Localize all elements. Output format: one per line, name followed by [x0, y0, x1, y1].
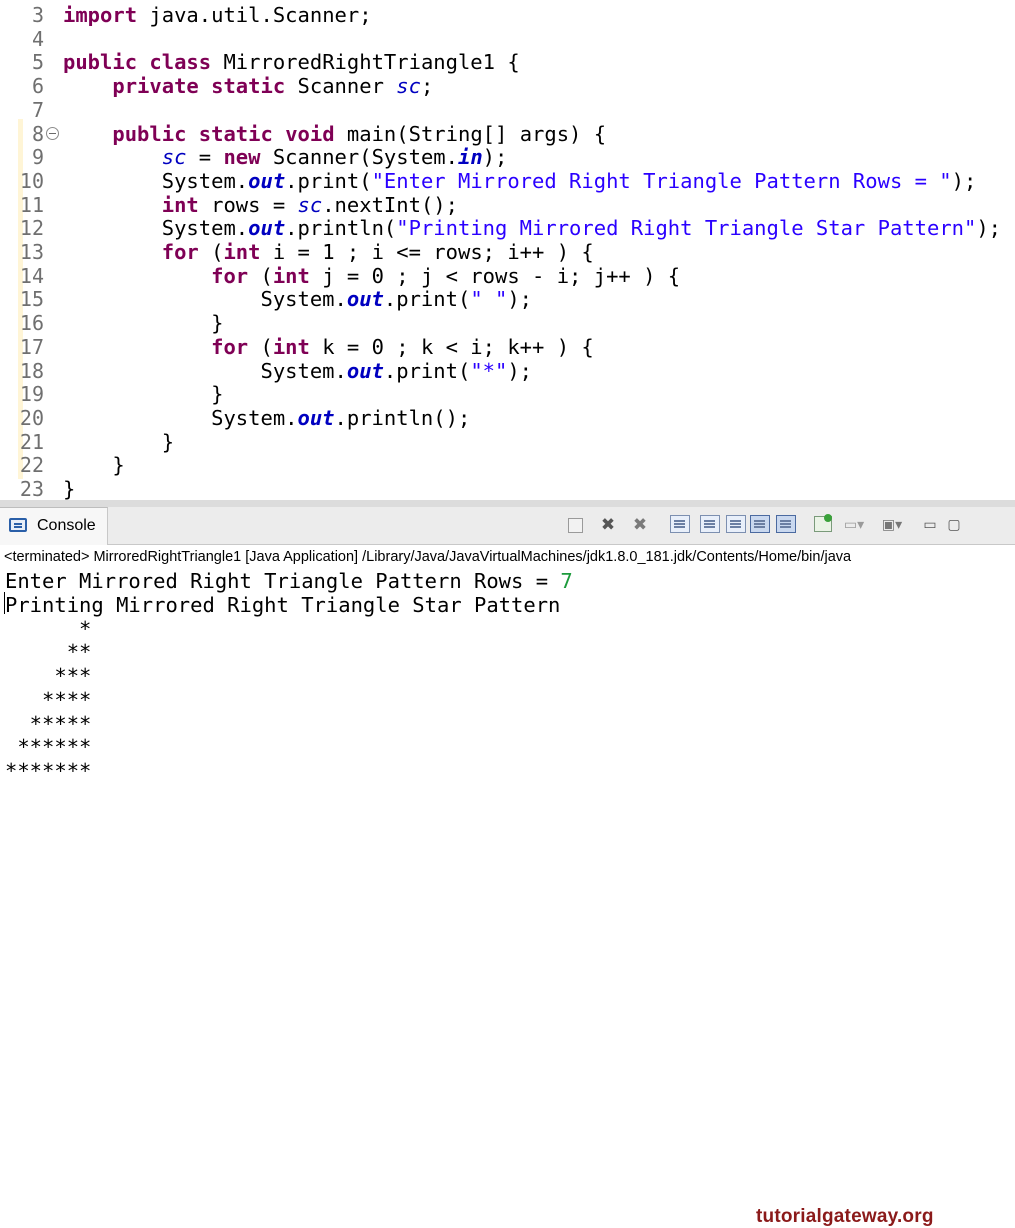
- console-tab-label: Console: [37, 517, 96, 535]
- code-line[interactable]: 10 System.out.print("Enter Mirrored Righ…: [0, 169, 1015, 193]
- code-line[interactable]: 8 public static void main(String[] args)…: [0, 122, 1015, 146]
- line-number: 8: [0, 122, 44, 146]
- console-toolbar: Console ✖ ✖ ▭▾ ▣▾ ▭ ▢: [0, 507, 1015, 545]
- code-line[interactable]: 21 }: [0, 430, 1015, 454]
- code-text: }: [63, 477, 75, 500]
- line-number: 12: [0, 216, 44, 240]
- code-text: }: [63, 311, 223, 335]
- line-number: 16: [0, 311, 44, 335]
- code-line[interactable]: 17 for (int k = 0 ; k < i; k++ ) {: [0, 335, 1015, 359]
- show-on-output-icon[interactable]: [750, 515, 770, 533]
- line-number: 14: [0, 264, 44, 288]
- line-number: 20: [0, 406, 44, 430]
- code-line[interactable]: 7: [0, 98, 1015, 122]
- line-number: 11: [0, 193, 44, 217]
- code-text: sc = new Scanner(System.in);: [63, 145, 507, 169]
- output-line: *: [5, 617, 91, 641]
- word-wrap-icon[interactable]: [726, 515, 746, 533]
- line-number: 6: [0, 74, 44, 98]
- output-line: *****: [5, 712, 91, 736]
- code-text: for (int j = 0 ; j < rows - i; j++ ) {: [63, 264, 680, 288]
- prompt-line: Enter Mirrored Right Triangle Pattern Ro…: [5, 569, 573, 593]
- code-line[interactable]: 14 for (int j = 0 ; j < rows - i; j++ ) …: [0, 264, 1015, 288]
- code-line[interactable]: 3 import java.util.Scanner;: [0, 3, 1015, 27]
- code-text: int rows = sc.nextInt();: [63, 193, 458, 217]
- code-text: System.out.println("Printing Mirrored Ri…: [63, 216, 1001, 240]
- code-text: for (int i = 1 ; i <= rows; i++ ) {: [63, 240, 594, 264]
- code-line[interactable]: 22 }: [0, 453, 1015, 477]
- display-console-icon[interactable]: ▭▾: [842, 513, 866, 537]
- code-line[interactable]: 20 System.out.println();: [0, 406, 1015, 430]
- code-editor[interactable]: 3 import java.util.Scanner; 45 public class…: [0, 0, 1015, 500]
- code-line[interactable]: 19 }: [0, 382, 1015, 406]
- show-on-error-icon[interactable]: [776, 515, 796, 533]
- remove-all-icon[interactable]: ✖: [628, 513, 652, 537]
- code-line[interactable]: 13 for (int i = 1 ; i <= rows; i++ ) {: [0, 240, 1015, 264]
- console-output[interactable]: Enter Mirrored Right Triangle Pattern Ro…: [0, 569, 1015, 783]
- output-line: ***: [5, 664, 91, 688]
- code-line[interactable]: 12 System.out.println("Printing Mirrored…: [0, 216, 1015, 240]
- maximize-icon[interactable]: ▢: [942, 513, 966, 537]
- launch-status: <terminated> MirroredRightTriangle1 [Jav…: [0, 545, 1015, 569]
- code-line[interactable]: 9 sc = new Scanner(System.in);: [0, 145, 1015, 169]
- output-line: ****: [5, 688, 91, 712]
- clear-console-icon[interactable]: [670, 515, 690, 533]
- code-line[interactable]: 6 private static Scanner sc;: [0, 74, 1015, 98]
- code-text: public class MirroredRightTriangle1 {: [63, 50, 520, 74]
- pane-divider[interactable]: [0, 500, 1015, 507]
- code-line[interactable]: 23}: [0, 477, 1015, 500]
- line-number: 13: [0, 240, 44, 264]
- line-number: 21: [0, 430, 44, 454]
- tab-console[interactable]: Console: [0, 507, 108, 545]
- code-line[interactable]: 15 System.out.print(" ");: [0, 287, 1015, 311]
- output-line: Printing Mirrored Right Triangle Star Pa…: [5, 593, 560, 617]
- line-number: 19: [0, 382, 44, 406]
- code-line[interactable]: 18 System.out.print("*");: [0, 359, 1015, 383]
- code-line[interactable]: 16 }: [0, 311, 1015, 335]
- line-number: 4: [0, 27, 44, 51]
- code-text: public static void main(String[] args) {: [63, 122, 606, 146]
- output-line: ******: [5, 735, 91, 759]
- minimize-icon[interactable]: ▭: [918, 513, 942, 537]
- code-text: import java.util.Scanner;: [63, 3, 372, 27]
- line-number: 5: [0, 50, 44, 74]
- output-line: **: [5, 640, 91, 664]
- code-text: }: [63, 382, 223, 406]
- output-line: *******: [5, 759, 91, 783]
- pin-console-icon[interactable]: [814, 516, 832, 532]
- code-text: for (int k = 0 ; k < i; k++ ) {: [63, 335, 594, 359]
- line-number: 22: [0, 453, 44, 477]
- code-text: }: [63, 430, 174, 454]
- line-number: 10: [0, 169, 44, 193]
- line-number: 3: [0, 3, 44, 27]
- scroll-lock-icon[interactable]: [700, 515, 720, 533]
- code-text: System.out.print(" ");: [63, 287, 532, 311]
- input-value: 7: [560, 569, 572, 593]
- code-text: System.out.print("*");: [63, 359, 532, 383]
- line-number: 7: [0, 98, 44, 122]
- code-text: System.out.print("Enter Mirrored Right T…: [63, 169, 976, 193]
- line-number: 15: [0, 287, 44, 311]
- code-text: private static Scanner sc;: [63, 74, 433, 98]
- new-console-icon[interactable]: ▣▾: [880, 513, 904, 537]
- line-number: 18: [0, 359, 44, 383]
- line-number: 23: [0, 477, 44, 500]
- terminate-icon[interactable]: [568, 518, 583, 533]
- line-number: 17: [0, 335, 44, 359]
- text-caret: [4, 592, 5, 614]
- code-line[interactable]: 11 int rows = sc.nextInt();: [0, 193, 1015, 217]
- code-line[interactable]: 4: [0, 27, 1015, 51]
- prompt-text: Enter Mirrored Right Triangle Pattern Ro…: [5, 569, 560, 593]
- watermark: tutorialgateway.org: [756, 1206, 934, 1228]
- code-line[interactable]: 5 public class MirroredRightTriangle1 {: [0, 50, 1015, 74]
- code-text: System.out.println();: [63, 406, 470, 430]
- code-text: }: [63, 453, 125, 477]
- line-number: 9: [0, 145, 44, 169]
- remove-launch-icon[interactable]: ✖: [596, 513, 620, 537]
- console-icon: [9, 518, 27, 532]
